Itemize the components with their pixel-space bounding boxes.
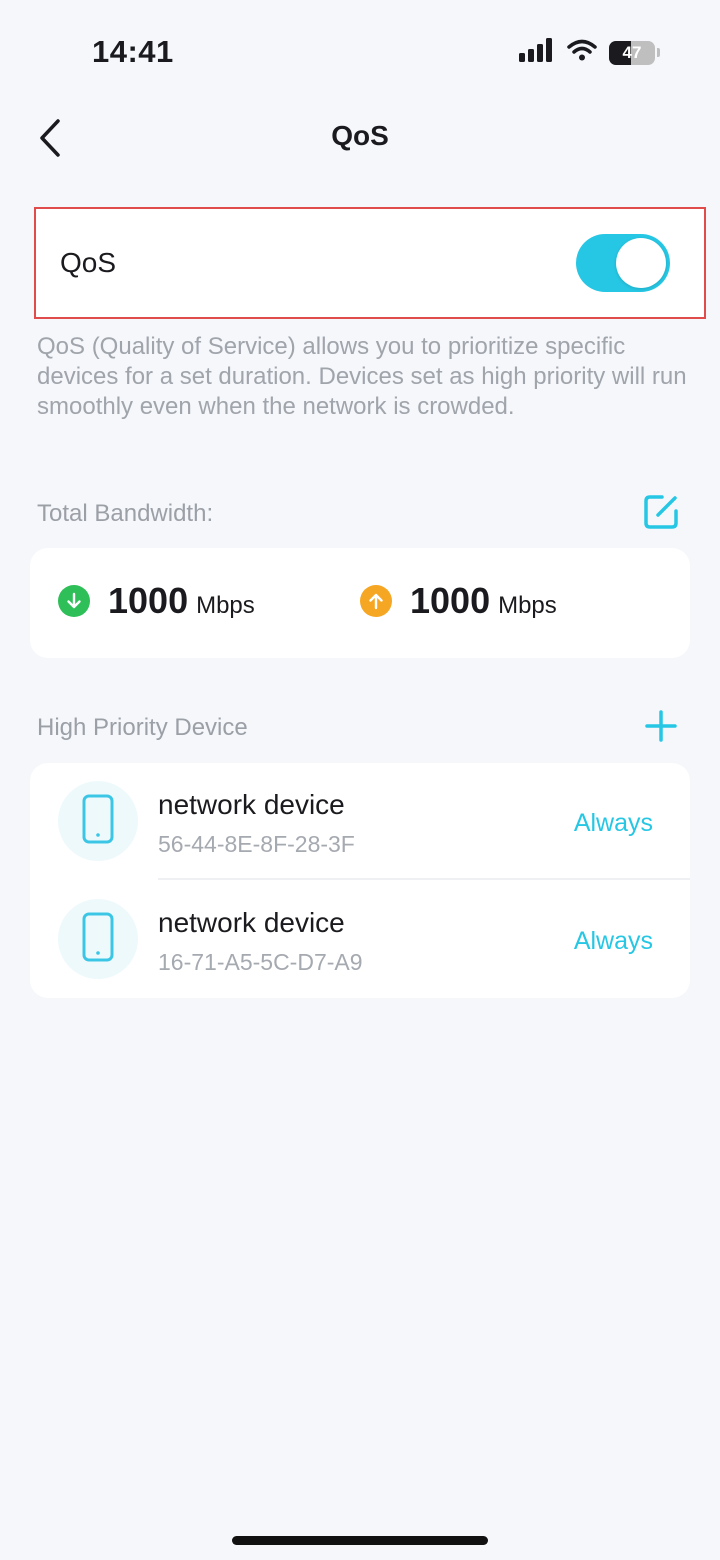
qos-toggle[interactable] <box>576 234 670 292</box>
status-icons: 47 <box>519 38 660 67</box>
row-divider <box>158 878 690 880</box>
device-name: network device <box>158 907 345 938</box>
download-unit: Mbps <box>196 592 255 619</box>
home-indicator <box>232 1536 488 1545</box>
qos-description: QoS (Quality of Service) allows you to p… <box>37 333 687 420</box>
status-bar: 14:41 47 <box>0 0 720 100</box>
device-mac: 16-71-A5-5C-D7-A9 <box>158 949 363 975</box>
upload-arrow-icon <box>360 585 392 617</box>
edit-icon <box>642 493 680 536</box>
page-title: QoS <box>331 120 389 151</box>
device-row[interactable]: network device 16-71-A5-5C-D7-A9 Always <box>30 881 690 998</box>
plus-icon <box>644 709 678 748</box>
toggle-knob <box>616 238 666 288</box>
signal-icon <box>519 38 555 67</box>
edit-bandwidth-button[interactable] <box>639 492 683 536</box>
priority-header: High Priority Device <box>37 706 683 750</box>
upload-unit: Mbps <box>498 592 557 619</box>
battery-icon: 47 <box>609 40 655 65</box>
wifi-icon <box>567 39 597 66</box>
nav-bar: QoS <box>0 100 720 180</box>
device-schedule[interactable]: Always <box>574 927 653 956</box>
qos-label: QoS <box>60 247 117 278</box>
device-avatar <box>58 899 138 979</box>
qos-toggle-card: QoS <box>34 207 706 319</box>
priority-title: High Priority Device <box>37 714 248 741</box>
add-device-button[interactable] <box>639 706 683 750</box>
device-avatar <box>58 781 138 861</box>
device-mac: 56-44-8E-8F-28-3F <box>158 831 355 857</box>
device-name: network device <box>158 789 345 820</box>
device-schedule[interactable]: Always <box>574 809 653 838</box>
download-arrow-icon <box>58 585 90 617</box>
upload-bandwidth: 1000 Mbps <box>360 580 557 622</box>
upload-value: 1000 <box>410 580 491 621</box>
battery-cap <box>657 48 660 57</box>
bandwidth-title: Total Bandwidth: <box>37 500 214 527</box>
battery-level: 47 <box>622 42 642 62</box>
download-bandwidth: 1000 Mbps <box>58 580 255 622</box>
download-value: 1000 <box>108 580 189 621</box>
bandwidth-header: Total Bandwidth: <box>37 492 683 536</box>
device-row[interactable]: network device 56-44-8E-8F-28-3F Always <box>30 763 690 880</box>
status-time: 14:41 <box>92 34 174 69</box>
bandwidth-card: 1000 Mbps 1000 Mbps <box>30 548 690 658</box>
phone-icon <box>81 793 115 850</box>
priority-devices-card: network device 56-44-8E-8F-28-3F Always … <box>30 763 690 998</box>
phone-icon <box>81 911 115 968</box>
